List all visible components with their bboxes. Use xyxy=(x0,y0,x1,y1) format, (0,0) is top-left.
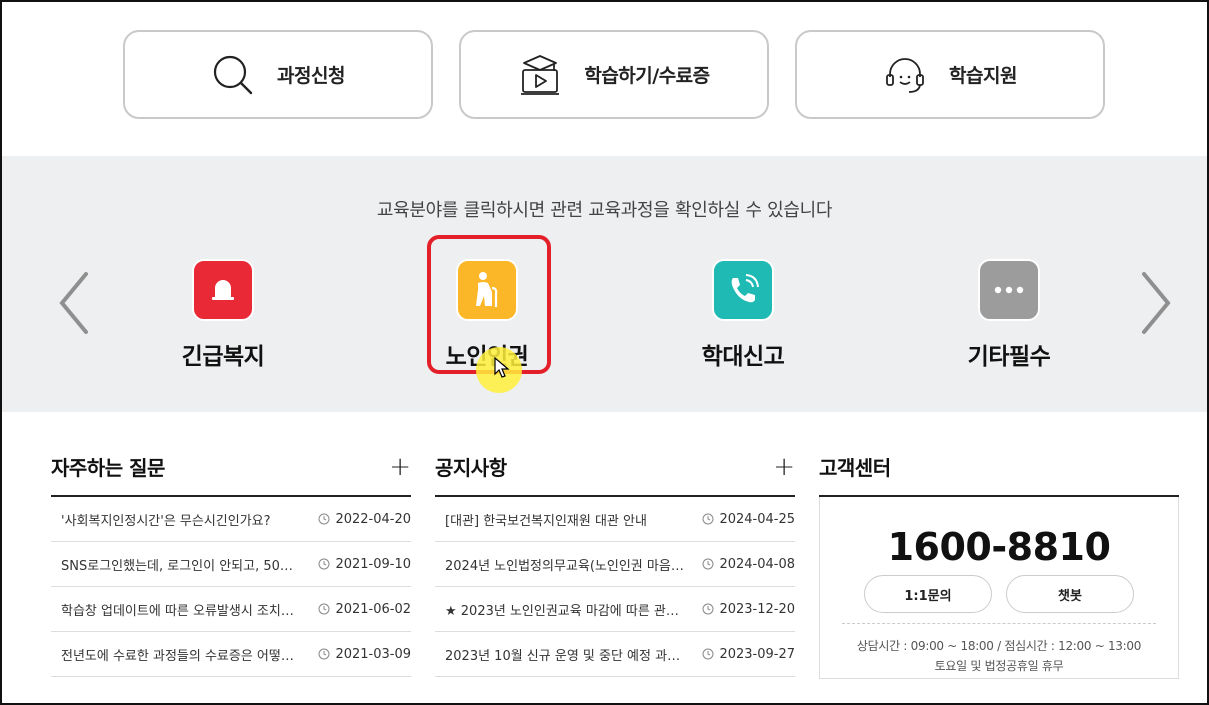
more-dots-icon xyxy=(978,259,1040,321)
notice-item-text: 2023년 10월 신규 운영 및 중단 예정 과정 안내 xyxy=(445,648,685,664)
phone-number: 1600-8810 xyxy=(887,525,1111,569)
apply-course-button[interactable]: 과정신청 xyxy=(123,30,433,119)
faq-item-date: 2021-09-10 xyxy=(335,556,411,572)
divider xyxy=(842,623,1156,624)
category-abuse-report[interactable]: 학대신고 xyxy=(643,259,843,371)
notice-item-text: [대관] 한국보건복지인재원 대관 안내 xyxy=(445,513,647,529)
bell-icon xyxy=(192,259,254,321)
clock-icon xyxy=(702,603,714,615)
faq-item-text: 학습창 업데이트에 따른 오류발생시 조치방법 xyxy=(61,603,301,619)
faq-item-text: '사회복지인정시간'은 무슨시긴인가요? xyxy=(61,513,271,529)
learning-support-label: 학습지원 xyxy=(949,65,1017,87)
notice-list: [대관] 한국보건복지인재원 대관 안내 2024-04-25 2024년 노인법… xyxy=(435,497,795,677)
category-other-mandatory[interactable]: 기타필수 xyxy=(909,259,1109,371)
clock-icon xyxy=(702,648,714,660)
customer-center-box: 1600-8810 1:1문의 챗봇 상담시간 : 09:00 ~ 18:00 … xyxy=(819,497,1179,679)
mouse-cursor-icon xyxy=(494,357,510,378)
customer-center-panel: 고객센터 1600-8810 1:1문의 챗봇 상담시간 : 09:00 ~ 1… xyxy=(819,452,1179,679)
learning-support-button[interactable]: 학습지원 xyxy=(795,30,1105,119)
list-item[interactable]: ★ 2023년 노인인권교육 마감에 따른 관련 공지 2023-12-20 xyxy=(435,587,795,632)
faq-list: '사회복지인정시간'은 무슨시긴인가요? 2022-04-20 SNS로그인했는데… xyxy=(51,497,411,677)
faq-item-date: 2022-04-20 xyxy=(335,511,411,527)
faq-header: 자주하는 질문 + xyxy=(51,452,411,497)
notice-item-text: ★ 2023년 노인인권교육 마감에 따른 관련 공지 xyxy=(445,603,685,619)
list-item[interactable]: '사회복지인정시간'은 무슨시긴인가요? 2022-04-20 xyxy=(51,497,411,542)
study-certificate-label: 학습하기/수료증 xyxy=(584,65,710,87)
customer-center-title: 고객센터 xyxy=(819,456,891,480)
notice-item-date: 2024-04-25 xyxy=(719,511,795,527)
chevron-left-icon[interactable] xyxy=(54,268,94,338)
category-label: 학대신고 xyxy=(701,344,785,370)
notice-panel: 공지사항 + [대관] 한국보건복지인재원 대관 안내 2024-04-25 20… xyxy=(435,452,795,677)
clock-icon xyxy=(318,648,330,660)
list-item[interactable]: 전년도에 수료한 과정들의 수료증은 어떻게 출력하나요 2021-03-09 xyxy=(51,632,411,677)
search-icon xyxy=(213,55,253,94)
list-item[interactable]: 학습창 업데이트에 따른 오류발생시 조치방법 2021-06-02 xyxy=(51,587,411,632)
notice-item-text: 2024년 노인법정의무교육(노인인권 마음의 창) 안내 xyxy=(445,558,685,574)
category-label: 기타필수 xyxy=(967,344,1051,370)
inquiry-button[interactable]: 1:1문의 xyxy=(864,575,992,613)
study-certificate-icon xyxy=(521,54,560,95)
clock-icon xyxy=(702,558,714,570)
chevron-right-icon[interactable] xyxy=(1136,268,1176,338)
notice-item-date: 2024-04-08 xyxy=(719,556,795,572)
category-guide-text: 교육분야를 클릭하시면 관련 교육과정을 확인하실 수 있습니다 xyxy=(376,200,833,221)
notice-item-date: 2023-09-27 xyxy=(719,646,795,662)
apply-course-label: 과정신청 xyxy=(277,65,345,87)
list-item[interactable]: 2024년 노인법정의무교육(노인인권 마음의 창) 안내 2024-04-08 xyxy=(435,542,795,587)
faq-title: 자주하는 질문 xyxy=(51,456,165,480)
clock-icon xyxy=(318,558,330,570)
notice-more-button[interactable]: + xyxy=(773,454,795,480)
faq-more-button[interactable]: + xyxy=(389,454,411,480)
clock-icon xyxy=(318,603,330,615)
study-certificate-button[interactable]: 학습하기/수료증 xyxy=(459,30,769,119)
list-item[interactable]: [대관] 한국보건복지인재원 대관 안내 2024-04-25 xyxy=(435,497,795,542)
quick-menu: 과정신청 학습하기/수료증 학습지원 xyxy=(123,30,1105,119)
chatbot-button[interactable]: 챗봇 xyxy=(1006,575,1134,613)
clock-icon xyxy=(318,513,330,525)
faq-item-date: 2021-03-09 xyxy=(335,646,411,662)
elderly-person-icon xyxy=(456,259,518,321)
notice-header: 공지사항 + xyxy=(435,452,795,497)
faq-item-text: SNS로그인했는데, 로그인이 안되고, 500에러가 나와요 xyxy=(61,558,301,574)
notice-item-date: 2023-12-20 xyxy=(719,601,795,617)
category-emergency-welfare[interactable]: 긴급복지 xyxy=(123,259,323,371)
holiday-notice: 토요일 및 법정공휴일 휴무 xyxy=(934,659,1064,673)
customer-center-header: 고객센터 xyxy=(819,452,1179,497)
education-category-band: 교육분야를 클릭하시면 관련 교육과정을 확인하실 수 있습니다 긴급복지 노인… xyxy=(2,156,1207,412)
faq-item-text: 전년도에 수료한 과정들의 수료증은 어떻게 출력하나요 xyxy=(61,648,301,664)
category-label: 긴급복지 xyxy=(181,344,265,370)
clock-icon xyxy=(702,513,714,525)
phone-call-icon xyxy=(712,259,774,321)
faq-panel: 자주하는 질문 + '사회복지인정시간'은 무슨시긴인가요? 2022-04-20… xyxy=(51,452,411,677)
list-item[interactable]: 2023년 10월 신규 운영 및 중단 예정 과정 안내 2023-09-27 xyxy=(435,632,795,677)
list-item[interactable]: SNS로그인했는데, 로그인이 안되고, 500에러가 나와요 2021-09-1… xyxy=(51,542,411,587)
headset-icon xyxy=(886,57,924,93)
notice-title: 공지사항 xyxy=(435,456,507,480)
business-hours: 상담시간 : 09:00 ~ 18:00 / 점심시간 : 12:00 ~ 13… xyxy=(856,639,1142,653)
faq-item-date: 2021-06-02 xyxy=(335,601,411,617)
